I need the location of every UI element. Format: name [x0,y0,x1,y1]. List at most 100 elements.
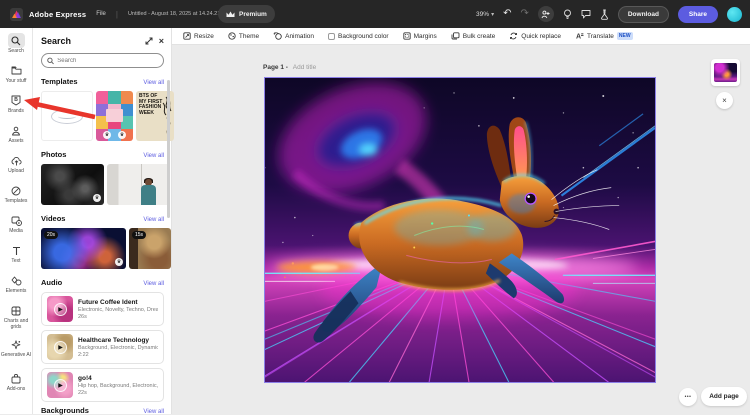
svg-text:A: A [576,34,581,41]
theme-button[interactable]: Theme [228,32,259,40]
sidebar-item-assets[interactable]: Assets [0,123,33,153]
search-input[interactable] [57,58,158,64]
play-icon[interactable]: ▶ [54,341,67,354]
sidebar-item-text[interactable]: Text [0,243,33,273]
resize-icon [183,32,191,40]
sidebar-item-charts-and-grids[interactable]: Charts and grids [0,303,33,337]
expand-panel-icon[interactable] [145,37,153,45]
sidebar-item-templates[interactable]: Templates [0,183,33,213]
photo-thumbnail-healthcare-worker[interactable] [107,164,170,205]
chevron-down-icon: ▾ [491,11,494,18]
beta-labs-button[interactable] [600,9,609,20]
document-toolbar: Resize Theme Animation Background color … [172,28,750,45]
audio-duration: 22s [78,390,158,396]
adobe-express-logo-icon [10,8,23,21]
theme-icon [228,32,236,40]
background-color-button[interactable]: Background color [328,33,389,40]
audio-duration: 26s [78,314,158,320]
page-thumbnail-image [714,63,737,82]
sidebar-item-upload[interactable]: Upload [0,153,33,183]
search-input-wrap [41,53,164,68]
audio-track-card[interactable]: ▶ Healthcare Technology Background, Elec… [41,330,164,364]
translate-icon: A [575,32,584,40]
page-thumbnail[interactable] [711,59,740,86]
quick-replace-icon [509,32,518,40]
photo-thumbnail-dark-abstract[interactable]: ♛ [41,164,104,205]
audio-track-card[interactable]: ▶ Future Coffee Ident Electronic, Novelt… [41,292,164,326]
bulk-create-icon [451,32,460,40]
document-title[interactable]: Untitled - August 18, 2025 at 14.24.21 [128,11,220,17]
audio-tags: Electronic, Novelty, Techno, Dreamy... [78,307,158,313]
add-title-placeholder[interactable]: Add title [293,64,317,71]
artboard[interactable] [264,77,656,383]
template-thumbnail-logo[interactable] [41,91,93,141]
video-thumbnail-vintage-art[interactable]: 15s [129,228,171,269]
audio-track-card[interactable]: ▶ go!4 Hip hop, Background, Electronic, … [41,368,164,402]
panel-scrollbar[interactable] [167,80,170,218]
folder-icon [8,63,25,78]
invite-people-button[interactable] [538,6,554,22]
sidebar-item-your-stuff[interactable]: Your stuff [0,63,33,93]
template-thumbnail-people-poster[interactable]: ♛ ♛ [96,91,133,141]
sidebar-item-generative-ai[interactable]: Generative AI [0,337,33,371]
new-badge: NEW [617,32,633,40]
margins-button[interactable]: Margins [403,32,437,40]
videos-view-all-link[interactable]: View all [143,217,164,223]
translate-button[interactable]: A Translate NEW [575,32,633,40]
audio-tags: Background, Electronic, Dynamic, F... [78,345,158,351]
premium-badge-icon: ♛ [103,131,111,139]
page-title-row[interactable]: Page 1 - Add title [263,64,316,71]
brand-badge-icon: B [8,93,25,108]
premium-badge-icon: ♛ [115,258,123,266]
backgrounds-view-all-link[interactable]: View all [143,409,164,415]
media-icon [8,213,25,228]
background-color-swatch [328,33,335,40]
more-options-button[interactable]: ••• [679,388,697,406]
zoom-level-control[interactable]: 39% ▾ [476,11,494,18]
premium-button[interactable]: Premium [218,5,275,23]
person-icon [8,123,25,138]
ideas-button[interactable] [563,9,572,20]
file-menu[interactable]: File [96,11,106,17]
comments-button[interactable] [581,9,591,19]
download-button[interactable]: Download [618,6,669,23]
sparkle-icon [8,337,25,352]
resize-button[interactable]: Resize [183,32,214,40]
video-thumbnail-neon-abstract[interactable]: 20s ♛ [41,228,126,269]
templates-icon [8,183,25,198]
app-name: Adobe Express [29,10,86,19]
sidebar-item-add-ons[interactable]: Add-ons [0,371,33,401]
sidebar-item-elements[interactable]: Elements [0,273,33,303]
redo-button[interactable]: ↷ [520,9,528,19]
top-bar: Adobe Express File | Untitled - August 1… [0,0,750,28]
deselect-button[interactable]: × [716,92,733,109]
animation-button[interactable]: Animation [273,32,314,40]
templates-view-all-link[interactable]: View all [143,80,164,86]
audio-heading: Audio [41,278,143,287]
undo-button[interactable]: ↶ [503,9,511,19]
search-icon [8,33,25,48]
play-icon[interactable]: ▶ [54,379,67,392]
more-icon: ••• [685,394,692,400]
video-duration-badge: 15s [132,231,146,239]
photos-heading: Photos [41,150,143,159]
animation-icon [273,32,282,40]
sidebar-item-brands[interactable]: B Brands [0,93,33,123]
person-add-icon [541,10,550,19]
quick-replace-button[interactable]: Quick replace [509,32,561,40]
share-button[interactable]: Share [678,6,718,23]
bulk-create-button[interactable]: Bulk create [451,32,496,40]
play-icon[interactable]: ▶ [54,303,67,316]
flask-icon [600,9,609,20]
audio-tags: Hip hop, Background, Electronic, M... [78,383,158,389]
avatar[interactable] [727,7,742,22]
sidebar-item-search[interactable]: Search [0,33,33,63]
audio-view-all-link[interactable]: View all [143,281,164,287]
photos-view-all-link[interactable]: View all [143,153,164,159]
search-panel: Search × Templates View all ♛ ♛ BTS OF M… [33,28,172,414]
sidebar-item-media[interactable]: Media [0,213,33,243]
add-page-button[interactable]: Add page [701,387,747,406]
audio-title: Healthcare Technology [78,337,158,344]
close-panel-icon[interactable]: × [159,36,164,46]
audio-title: go!4 [78,375,158,382]
